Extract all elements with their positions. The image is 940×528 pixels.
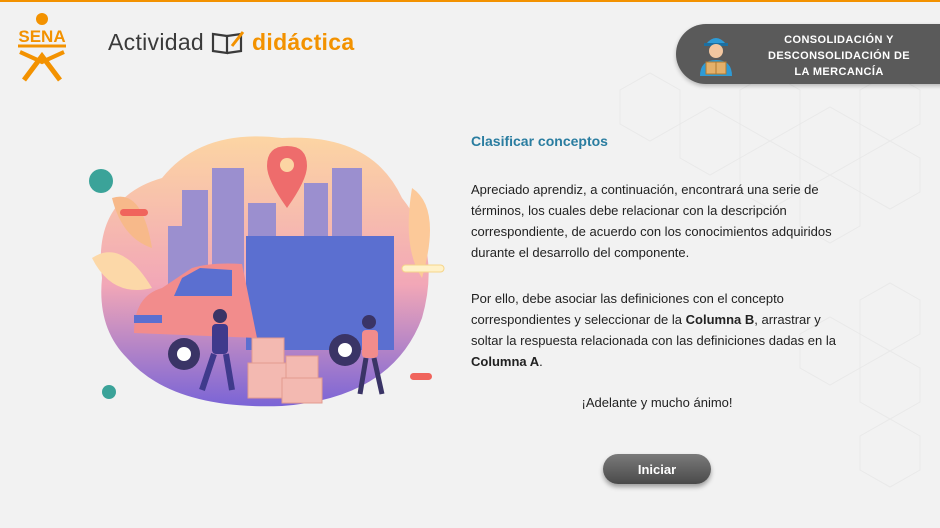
intro-paragraph: Apreciado aprendiz, a continuación, enco… [471, 182, 832, 260]
activity-title: Actividad didáctica [108, 28, 354, 56]
column-a-label: Columna A [471, 354, 540, 369]
activity-section-title: Clasificar conceptos [471, 133, 608, 149]
delivery-truck-illustration [89, 136, 445, 407]
start-button[interactable]: Iniciar [603, 454, 711, 484]
sena-logo: SENA [18, 13, 66, 82]
instructions-paragraph: Por ello, debe asociar las definiciones … [471, 288, 851, 372]
topic-line-1: CONSOLIDACIÓN Y [784, 34, 894, 46]
didactica-word: didáctica [252, 28, 355, 55]
instructions-text-3: . [539, 354, 543, 369]
book-pencil-icon [211, 31, 245, 55]
topic-line-3: LA MERCANCÍA [794, 66, 884, 78]
instructions-panel: Clasificar conceptos Apreciado aprendiz,… [471, 133, 851, 410]
delivery-worker-icon [700, 38, 732, 76]
encouragement-text: ¡Adelante y mucho ánimo! [581, 395, 733, 410]
column-b-label: Columna B [685, 312, 755, 327]
topic-line-2: DESCONSOLIDACIÓN DE [767, 50, 911, 62]
activity-word: Actividad [108, 28, 205, 55]
topic-badge: CONSOLIDACIÓN Y DESCONSOLIDACIÓN DE LA M… [676, 24, 940, 84]
topic-title: CONSOLIDACIÓN Y DESCONSOLIDACIÓN DE LA M… [750, 32, 928, 80]
sena-logo-text: SENA [18, 27, 65, 46]
